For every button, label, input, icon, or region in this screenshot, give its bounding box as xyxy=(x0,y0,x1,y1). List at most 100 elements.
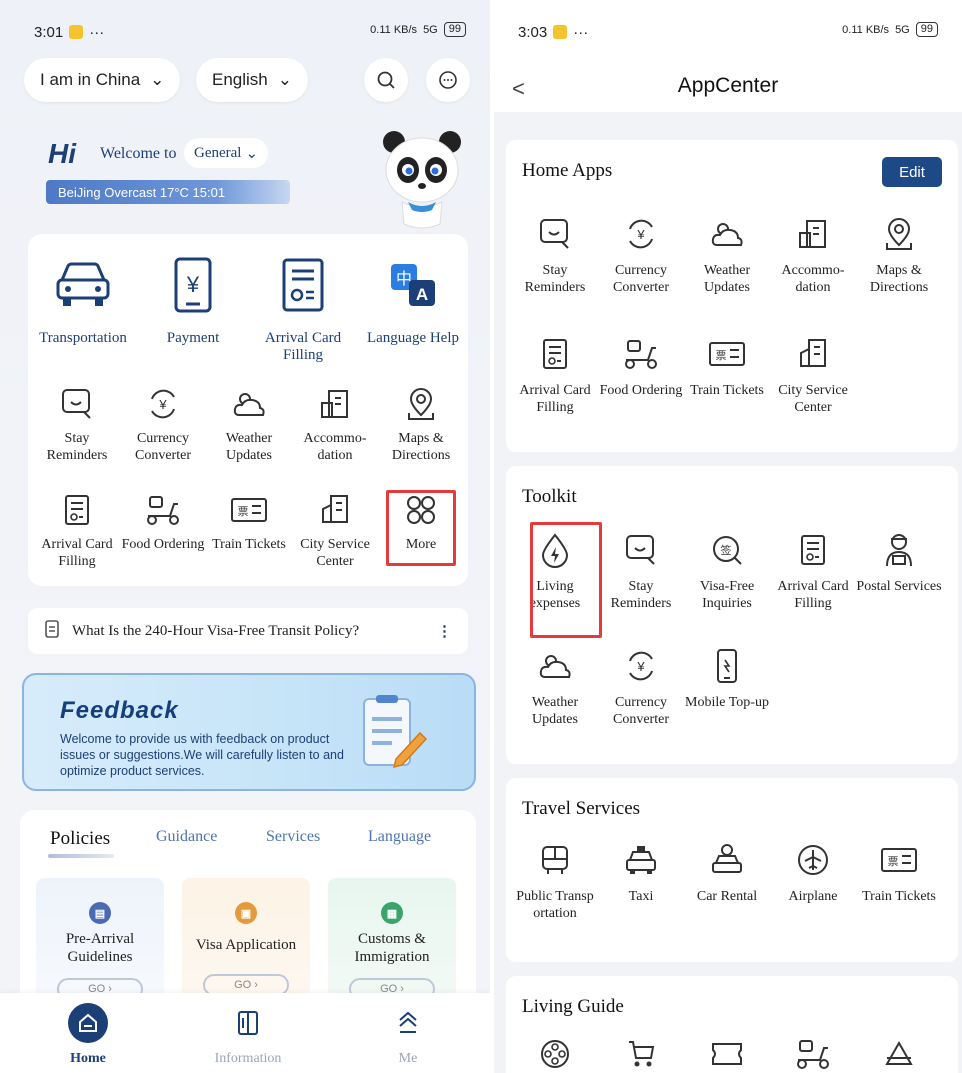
train-tickets-button[interactable]: 票 Train Tickets xyxy=(206,490,292,553)
postal-services-button[interactable]: Postal Services xyxy=(856,530,942,595)
services-card: Transportation ¥ Payment Arrival Card Fi… xyxy=(28,234,468,586)
svg-text:¥: ¥ xyxy=(186,272,200,297)
customs-card[interactable]: ▦ Customs & Immigration GO › xyxy=(328,878,456,1008)
tab-guidance[interactable]: Guidance xyxy=(156,828,217,846)
living-guide-item[interactable] xyxy=(512,1034,598,1073)
more-options-icon[interactable]: ⋮ xyxy=(437,622,452,641)
svg-text:¥: ¥ xyxy=(636,659,645,674)
maps-directions-button[interactable]: Maps & Directions xyxy=(856,214,942,296)
currency-converter-button[interactable]: ¥ Currency Converter xyxy=(598,646,684,728)
scooter-icon xyxy=(143,490,183,530)
chevron-down-icon: ⌄ xyxy=(245,145,259,162)
maps-directions-label: Maps & Directions xyxy=(391,431,451,463)
svg-text:票: 票 xyxy=(238,505,249,518)
living-guide-item[interactable] xyxy=(598,1034,684,1073)
weather-updates-button[interactable]: Weather Updates xyxy=(684,214,770,296)
chat-smile-icon xyxy=(57,384,97,424)
pre-arrival-card[interactable]: ▤ Pre-Arrival Guidelines GO › xyxy=(36,878,164,1008)
stay-reminders-button[interactable]: Stay Reminders xyxy=(512,214,598,296)
clipboard-pen-icon xyxy=(340,693,436,777)
nav-me[interactable]: Me xyxy=(358,1003,458,1067)
arrival-card-small-button[interactable]: Arrival Card Filling xyxy=(34,490,120,570)
page-title: AppCenter xyxy=(677,74,779,97)
language-select[interactable]: English ⌄ xyxy=(196,58,309,102)
app-label: Currency Converter xyxy=(613,695,669,727)
train-tickets-button[interactable]: 票 Train Tickets xyxy=(684,334,770,399)
arrival-card-button[interactable]: Arrival Card Filling xyxy=(770,530,856,612)
city-service-button[interactable]: City Service Center xyxy=(292,490,378,570)
visa-application-card[interactable]: ▣ Visa Application GO › xyxy=(182,878,310,1008)
section-title: Toolkit xyxy=(522,486,577,507)
chat-button[interactable] xyxy=(426,58,470,102)
living-guide-item[interactable] xyxy=(684,1034,770,1073)
chat-smile-icon xyxy=(535,214,575,254)
app-label: Weather Updates xyxy=(531,695,579,727)
nav-information-label: Information xyxy=(214,1051,282,1066)
taxi-button[interactable]: Taxi xyxy=(598,840,684,905)
app-notification-icon xyxy=(69,25,84,39)
language-help-button[interactable]: 中A Language Help xyxy=(358,254,468,347)
nav-information[interactable]: Information xyxy=(198,1003,298,1067)
scooter-icon xyxy=(793,1034,833,1073)
transportation-button[interactable]: Transportation xyxy=(28,254,138,347)
payment-button[interactable]: ¥ Payment xyxy=(138,254,248,347)
guide-icon: ▤ xyxy=(89,902,111,924)
city-service-button[interactable]: City Service Center xyxy=(770,334,856,416)
nav-home[interactable]: Home xyxy=(38,1003,138,1067)
app-label: Accommo- dation xyxy=(781,263,845,295)
maps-directions-button[interactable]: Maps & Directions xyxy=(378,384,464,464)
app-label: Stay Reminders xyxy=(610,579,672,611)
weather-icon xyxy=(535,646,575,686)
airplane-button[interactable]: Airplane xyxy=(770,840,856,905)
accommodation-button[interactable]: Accommo- dation xyxy=(292,384,378,464)
me-icon xyxy=(388,1003,428,1043)
currency-converter-button[interactable]: ¥ Currency Converter xyxy=(598,214,684,296)
currency-converter-button[interactable]: ¥ Currency Converter xyxy=(120,384,206,464)
tab-language[interactable]: Language xyxy=(368,828,431,846)
app-label: Arrival Card Filling xyxy=(777,579,849,611)
mobile-topup-button[interactable]: Mobile Top-up xyxy=(684,646,770,711)
stay-reminders-button[interactable]: Stay Reminders xyxy=(34,384,120,464)
visa-icon: ▣ xyxy=(235,902,257,924)
currency-exchange-icon: ¥ xyxy=(621,214,661,254)
edit-button[interactable]: Edit xyxy=(882,157,942,187)
arrival-card-button[interactable]: Arrival Card Filling xyxy=(248,254,358,364)
weather-updates-button[interactable]: Weather Updates xyxy=(206,384,292,464)
svg-text:票: 票 xyxy=(888,855,899,868)
payment-label: Payment xyxy=(166,330,220,346)
tab-services[interactable]: Services xyxy=(266,828,320,846)
living-guide-item[interactable] xyxy=(770,1034,856,1073)
app-label: Taxi xyxy=(628,889,654,904)
visa-stamp-icon: 签 xyxy=(707,530,747,570)
map-pin-icon xyxy=(401,384,441,424)
location-select[interactable]: I am in China ⌄ xyxy=(24,58,181,102)
status-bar: 3:03 ··· 0.11 KB/s 5G 99 xyxy=(494,18,962,48)
location-select-label: I am in China xyxy=(40,70,141,89)
ticket-icon: 票 xyxy=(229,490,269,530)
coupon-icon xyxy=(707,1034,747,1073)
food-ordering-button[interactable]: Food Ordering xyxy=(598,334,684,399)
stay-reminders-button[interactable]: Stay Reminders xyxy=(598,530,684,612)
car-rental-button[interactable]: Car Rental xyxy=(684,840,770,905)
food-ordering-button[interactable]: Food Ordering xyxy=(120,490,206,553)
status-time: 3:01 ··· xyxy=(34,24,105,41)
search-button[interactable] xyxy=(364,58,408,102)
living-guide-item[interactable] xyxy=(856,1034,942,1073)
feedback-banner[interactable]: Feedback Welcome to provide us with feed… xyxy=(22,673,476,791)
public-transportation-button[interactable]: Public Transp ortation xyxy=(512,840,598,922)
tab-policies[interactable]: Policies xyxy=(50,828,110,850)
airplane-icon xyxy=(793,840,833,880)
accommodation-button[interactable]: Accommo- dation xyxy=(770,214,856,296)
chat-smile-icon xyxy=(621,530,661,570)
mode-select[interactable]: General ⌄ xyxy=(184,138,269,168)
arrival-card-button[interactable]: Arrival Card Filling xyxy=(512,334,598,416)
app-label: Train Tickets xyxy=(690,383,764,398)
app-label: Postal Services xyxy=(856,579,942,594)
section-title: Travel Services xyxy=(522,798,641,819)
app-label: Currency Converter xyxy=(613,263,669,295)
weather-updates-button[interactable]: Weather Updates xyxy=(512,646,598,728)
policy-notice[interactable]: What Is the 240-Hour Visa-Free Transit P… xyxy=(28,608,468,654)
living-guide-section: Living Guide xyxy=(506,976,958,1073)
visa-free-inquiries-button[interactable]: 签 Visa-Free Inquiries xyxy=(684,530,770,612)
train-tickets-button[interactable]: 票 Train Tickets xyxy=(856,840,942,905)
